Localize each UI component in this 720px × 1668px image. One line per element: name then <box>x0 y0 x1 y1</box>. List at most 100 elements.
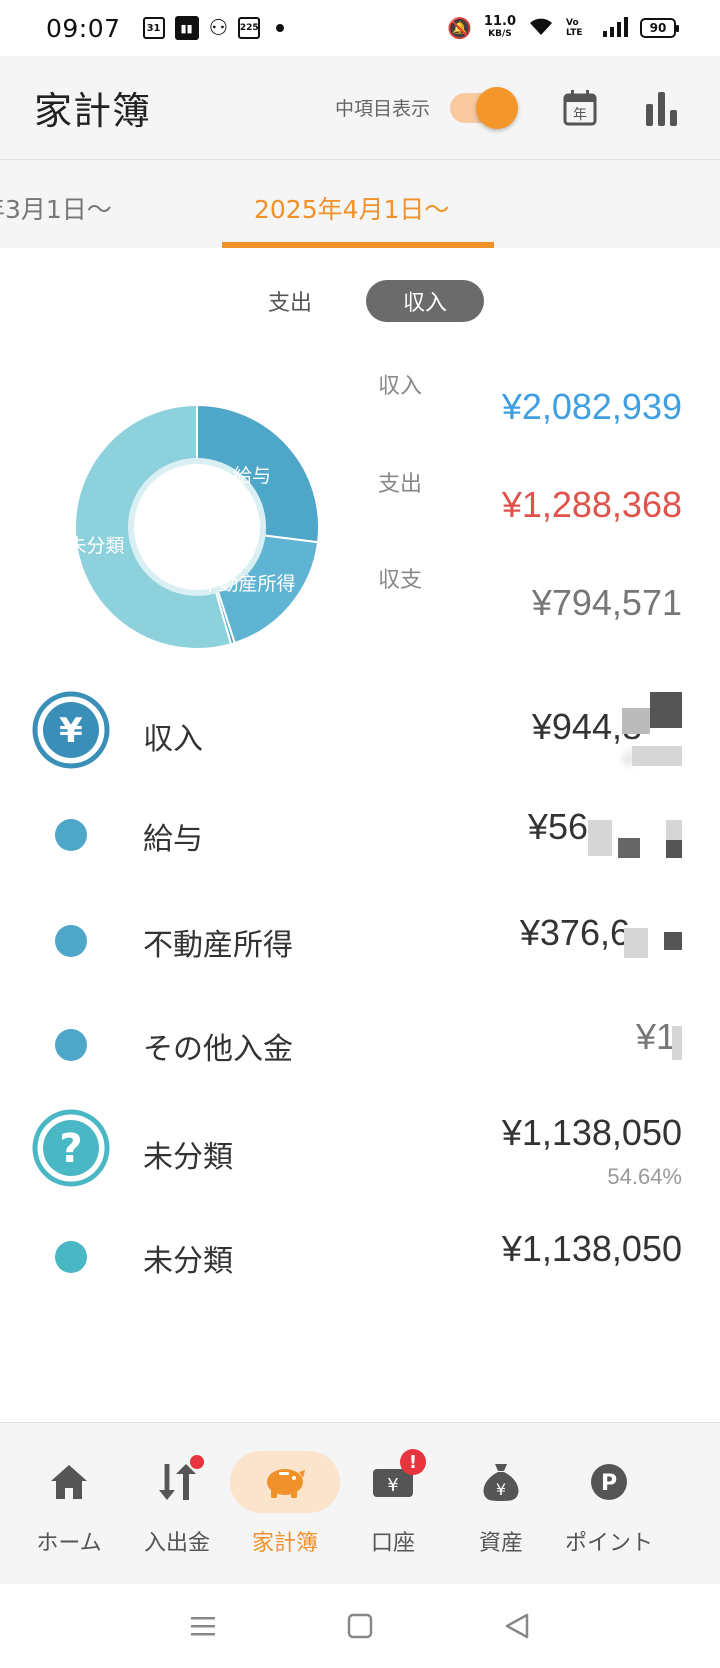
alert-badge: ! <box>400 1449 426 1475</box>
summary-expense-value: ¥1,288,368 <box>501 484 682 525</box>
nav-label: 資産 <box>478 1531 523 1556</box>
donut-label-fudosan: 不動産所得 <box>200 573 295 595</box>
redacted-block <box>666 840 682 858</box>
list-item-mibunrui-total[interactable]: ? 未分類 ¥1,138,050 54.64% <box>0 1108 720 1198</box>
list-item-percent: 54.64% <box>607 1164 682 1189</box>
svg-text:?: ? <box>59 1126 82 1172</box>
donut-label-kyuyo: 給与 <box>233 465 271 487</box>
summary-balance-value: ¥794,571 <box>531 582 682 623</box>
network-speed: 11.0 KB/S <box>483 14 516 39</box>
badge-notification-icon: 225 <box>238 17 261 39</box>
redacted-block <box>618 838 640 858</box>
nav-home[interactable]: ホーム <box>14 1449 124 1557</box>
question-icon: ? <box>32 1109 110 1187</box>
list-item-amount: ¥56 <box>527 806 588 847</box>
redacted-block <box>632 746 682 766</box>
app-notification-icon: ⚇ <box>208 15 229 41</box>
status-right: 🔕 11.0 KB/S Vo LTE 90 <box>447 14 679 40</box>
signal-icon <box>602 16 628 40</box>
yen-icon: ¥ <box>32 691 110 769</box>
summary-balance-label: 収支 <box>378 568 423 593</box>
battery-icon: 90 <box>640 18 679 38</box>
redacted-block <box>666 820 682 842</box>
calendar-button[interactable]: 年 <box>556 84 604 132</box>
nav-label: ホーム <box>36 1531 102 1556</box>
notification-dot <box>190 1455 204 1469</box>
redacted-block <box>624 928 648 958</box>
summary-expense-label: 支出 <box>378 472 423 497</box>
list-item-amount: ¥1,138,050 <box>501 1112 682 1153</box>
list-item-mibunrui[interactable]: 未分類 ¥1,138,050 <box>0 1212 720 1302</box>
transfer-arrows-icon <box>159 1464 196 1500</box>
type-segment: 支出 収入 <box>0 280 720 322</box>
nav-kakeibo[interactable]: 家計簿 <box>230 1449 340 1557</box>
list-item-sonota[interactable]: その他入金 ¥1 <box>0 1000 720 1090</box>
svg-text:P: P <box>601 1471 617 1496</box>
period-tabs: 年3月1日〜 2025年4月1日〜 <box>0 160 720 248</box>
points-icon: P <box>591 1464 627 1500</box>
app-bar: 家計簿 中項目表示 年 <box>0 56 720 160</box>
more-notifications-icon <box>276 24 285 32</box>
nav-label: 入出金 <box>143 1531 210 1556</box>
nav-transfers[interactable]: 入出金 <box>122 1449 232 1557</box>
subcategory-toggle[interactable] <box>450 86 518 129</box>
segment-income[interactable]: 収入 <box>366 280 484 322</box>
list-item-amount: ¥1 <box>635 1016 676 1057</box>
svg-text:¥: ¥ <box>59 711 83 751</box>
nav-accounts[interactable]: ¥ ! 口座 <box>338 1449 448 1557</box>
category-dot <box>55 925 87 957</box>
list-item-kyuyo[interactable]: 給与 ¥56 <box>0 790 720 880</box>
redacted-block <box>650 692 682 728</box>
summary-income-label: 収入 <box>378 374 423 399</box>
bottom-navigation: ホーム 入出金 家計簿 ¥ ! 口座 ¥ 資産 P ポイント <box>0 1422 720 1584</box>
list-item-name: 収入 <box>143 722 203 757</box>
chart-button[interactable] <box>638 84 686 132</box>
home-square-icon[interactable] <box>347 1613 373 1639</box>
category-dot <box>55 1029 87 1061</box>
nav-points[interactable]: P ポイント <box>554 1449 664 1557</box>
tab-previous-period[interactable]: 年3月1日〜 <box>0 190 112 226</box>
calendar-notification-icon: 31 <box>142 17 165 39</box>
list-item-name: その他入金 <box>143 1032 293 1067</box>
redacted-block <box>664 932 682 950</box>
category-dot <box>55 1241 87 1273</box>
redacted-block <box>622 708 650 734</box>
page-title: 家計簿 <box>34 89 152 133</box>
active-tab-indicator <box>222 242 494 248</box>
donut-label-mibunrui: 未分類 <box>67 535 124 557</box>
nav-label: ポイント <box>564 1531 653 1556</box>
redacted-block <box>588 820 612 856</box>
income-donut-chart[interactable]: 給与 不動産所得 未分類 <box>62 392 332 662</box>
summary-income-value: ¥2,082,939 <box>501 386 682 427</box>
bar-chart-icon <box>646 91 677 126</box>
list-item-name: 不動産所得 <box>143 928 293 963</box>
mute-icon: 🔕 <box>447 16 472 40</box>
money-bag-icon: ¥ <box>483 1464 519 1501</box>
svg-text:年: 年 <box>573 107 587 123</box>
volte-icon: Vo LTE <box>566 18 583 38</box>
tab-current-period[interactable]: 2025年4月1日〜 <box>254 190 449 226</box>
svg-text:¥: ¥ <box>496 1480 506 1499</box>
back-triangle-icon[interactable] <box>503 1612 531 1640</box>
recents-menu-icon[interactable] <box>189 1614 217 1638</box>
category-dot <box>55 819 87 851</box>
toggle-label: 中項目表示 <box>334 98 430 120</box>
nav-label: 口座 <box>370 1531 415 1556</box>
segment-expense[interactable]: 支出 <box>250 280 330 322</box>
toggle-knob <box>476 86 518 129</box>
chart-notification-icon: ▮▮ <box>174 16 199 40</box>
svg-text:¥: ¥ <box>387 1475 398 1496</box>
list-item-name: 未分類 <box>143 1140 233 1175</box>
wifi-icon <box>528 17 554 40</box>
list-item-fudosan[interactable]: 不動産所得 ¥376,6 <box>0 896 720 986</box>
nav-assets[interactable]: ¥ 資産 <box>446 1449 556 1557</box>
nav-label: 家計簿 <box>251 1531 318 1556</box>
list-item-name: 未分類 <box>143 1244 233 1279</box>
list-item-income-total[interactable]: ¥ 収入 ¥944,8 4 <box>0 690 720 780</box>
list-item-amount: ¥1,138,050 <box>501 1228 682 1269</box>
redacted-block <box>672 1026 682 1060</box>
piggy-bank-icon <box>267 1469 305 1498</box>
status-time: 09:07 <box>46 13 121 43</box>
calendar-icon: 年 <box>563 89 597 125</box>
system-navigation-bar <box>0 1584 720 1668</box>
